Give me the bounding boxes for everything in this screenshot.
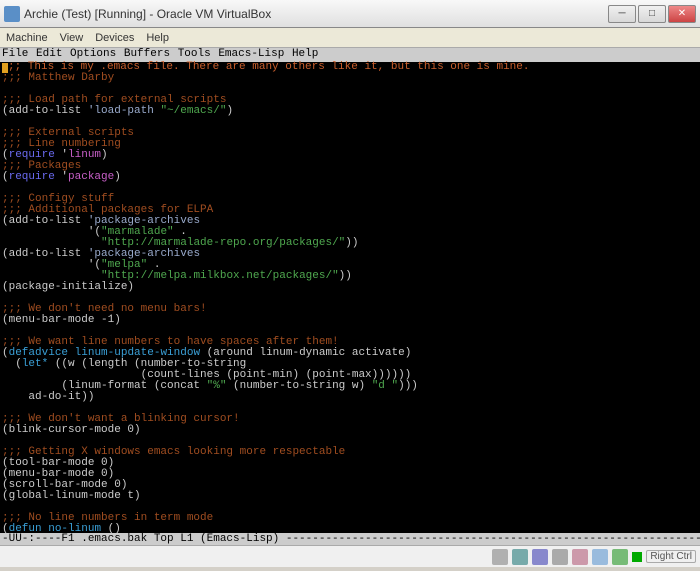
emacs-menu-options[interactable]: Options <box>70 48 116 60</box>
code-line: (menu-bar-mode -1) <box>2 314 121 326</box>
emacs-menubar: File Edit Options Buffers Tools Emacs-Li… <box>0 48 700 62</box>
optical-drive-icon[interactable] <box>512 549 528 565</box>
minimize-button[interactable]: ─ <box>608 5 636 23</box>
display-icon[interactable] <box>592 549 608 565</box>
network-icon[interactable] <box>532 549 548 565</box>
emacs-window: File Edit Options Buffers Tools Emacs-Li… <box>0 48 700 545</box>
code-line: ad-do-it)) <box>2 391 94 403</box>
emacs-menu-edit[interactable]: Edit <box>36 48 62 60</box>
mouse-integration-icon[interactable] <box>612 549 628 565</box>
code-line: (global-linum-mode t) <box>2 490 141 502</box>
vbox-app-icon <box>4 6 20 22</box>
code-line: (add-to-list <box>2 105 88 117</box>
host-key-indicator-icon <box>632 552 642 562</box>
emacs-menu-file[interactable]: File <box>2 48 28 60</box>
maximize-button[interactable]: □ <box>638 5 666 23</box>
window-buttons: ─ □ ✕ <box>608 5 696 23</box>
emacs-menu-tools[interactable]: Tools <box>178 48 211 60</box>
emacs-buffer[interactable]: ;; This is my .emacs file. There are man… <box>0 62 700 545</box>
usb-icon[interactable] <box>552 549 568 565</box>
close-button[interactable]: ✕ <box>668 5 696 23</box>
code-line: (blink-cursor-mode 0) <box>2 424 141 436</box>
menu-view[interactable]: View <box>60 32 84 44</box>
vbox-statusbar: Right Ctrl <box>0 545 700 567</box>
menu-help[interactable]: Help <box>146 32 169 44</box>
code-line: ;;; Matthew Darby <box>2 72 114 84</box>
emacs-menu-buffers[interactable]: Buffers <box>124 48 170 60</box>
menu-devices[interactable]: Devices <box>95 32 134 44</box>
emacs-menu-help[interactable]: Help <box>292 48 318 60</box>
shared-folders-icon[interactable] <box>572 549 588 565</box>
code-line: (package-initialize) <box>2 281 134 293</box>
titlebar: Archie (Test) [Running] - Oracle VM Virt… <box>0 0 700 28</box>
harddisk-icon[interactable] <box>492 549 508 565</box>
host-key-label[interactable]: Right Ctrl <box>646 550 696 563</box>
emacs-modeline: -UU-:----F1 .emacs.bak Top L1 (Emacs-Lis… <box>0 533 700 545</box>
titlebar-text: Archie (Test) [Running] - Oracle VM Virt… <box>24 7 608 21</box>
emacs-menu-emacs-lisp[interactable]: Emacs-Lisp <box>218 48 284 60</box>
menu-machine[interactable]: Machine <box>6 32 48 44</box>
vbox-menubar: Machine View Devices Help <box>0 28 700 48</box>
modeline-text: -UU-:----F1 .emacs.bak Top L1 (Emacs-Lis… <box>2 533 700 545</box>
